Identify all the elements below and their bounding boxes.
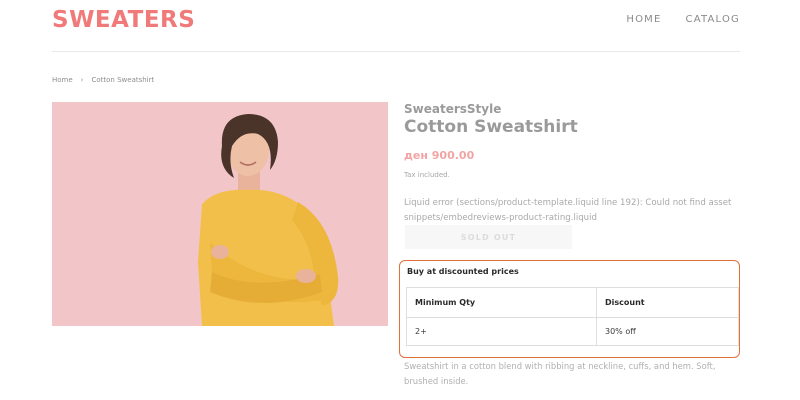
breadcrumb-home-link[interactable]: Home bbox=[52, 76, 73, 84]
nav-home-link[interactable]: HOME bbox=[626, 14, 661, 25]
product-description: Sweatshirt in a cotton blend with ribbin… bbox=[404, 361, 716, 386]
column-header-discount: Discount bbox=[596, 287, 739, 318]
nav-catalog-link[interactable]: CATALOG bbox=[686, 14, 740, 25]
discount-box: Buy at discounted prices Minimum Qty Dis… bbox=[399, 260, 740, 358]
discount-table: Minimum Qty Discount 2+ 30% off bbox=[406, 287, 739, 346]
discount-cell: 30% off bbox=[596, 317, 739, 346]
breadcrumb-current: Cotton Sweatshirt bbox=[91, 76, 155, 84]
product-photo-illustration bbox=[52, 102, 388, 326]
sold-out-button[interactable]: SOLD OUT bbox=[405, 225, 572, 249]
column-header-minimum-qty: Minimum Qty bbox=[406, 287, 597, 318]
liquid-error-message: Liquid error (sections/product-template.… bbox=[404, 198, 732, 223]
discount-heading: Buy at discounted prices bbox=[407, 267, 519, 276]
discount-table-header-row: Minimum Qty Discount bbox=[406, 287, 739, 318]
product-vendor[interactable]: SweatersStyle bbox=[404, 102, 501, 116]
tax-note: Tax included. bbox=[404, 171, 450, 179]
product-price: ден 900.00 bbox=[404, 149, 475, 162]
breadcrumb: Home › Cotton Sweatshirt bbox=[52, 76, 154, 84]
table-row: 2+ 30% off bbox=[406, 317, 739, 346]
product-image[interactable] bbox=[52, 102, 388, 326]
min-qty-cell: 2+ bbox=[406, 317, 597, 346]
breadcrumb-separator: › bbox=[80, 76, 84, 84]
site-logo[interactable]: SWEATERS bbox=[52, 7, 195, 33]
site-header: SWEATERS HOME CATALOG bbox=[52, 0, 740, 52]
main-nav: HOME CATALOG bbox=[626, 14, 740, 25]
product-title: Cotton Sweatshirt bbox=[404, 117, 578, 137]
